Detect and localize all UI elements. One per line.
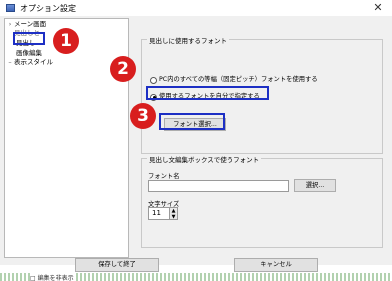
tree-item-label: 表示スタイル (14, 58, 53, 66)
step-badge-3: 3 (130, 103, 156, 129)
tree-item-display-style[interactable]: – 表示スタイル (6, 58, 53, 67)
radio-all-monospace[interactable]: PC内のすべての等幅（固定ピッチ）フォントを使用する (150, 75, 318, 85)
group-title: 見出し文編集ボックスで使うフォント (147, 154, 262, 164)
options-dialog: オプション設定 ✕ › メーン画面 見出しと 見出し 画像編集 – 表示スタイル 見… (0, 0, 392, 281)
title-bar: オプション設定 ✕ (0, 0, 392, 16)
highlight-box-heading-item (13, 32, 45, 45)
close-icon[interactable]: ✕ (371, 1, 385, 15)
spin-arrows-icon[interactable]: ▲ ▼ (169, 208, 177, 220)
radio-button[interactable] (150, 76, 157, 84)
group-title: 見出しに使用するフォント (147, 35, 229, 45)
editbox-font-group: 見出し文編集ボックスで使うフォント フォント名 選択... 文字サイズ 11 ▲… (141, 154, 383, 248)
background-window-text: □ 編集を非表示 (30, 273, 74, 281)
font-size-spinner[interactable]: 11 ▲ ▼ (148, 207, 178, 220)
dialog-body: › メーン画面 見出しと 見出し 画像編集 – 表示スタイル 見出しに使用するフォン… (0, 16, 392, 272)
radio-label: PC内のすべての等幅（固定ピッチ）フォントを使用する (159, 76, 318, 83)
font-name-field[interactable] (148, 180, 289, 192)
tree-item-label: 画像編集 (16, 49, 42, 57)
tree-item-image-edit[interactable]: 画像編集 (16, 49, 42, 58)
font-name-label: フォント名 (148, 173, 180, 180)
step-badge-2: 2 (110, 56, 136, 82)
font-size-value: 11 (152, 209, 161, 217)
app-icon (6, 4, 15, 12)
category-tree: › メーン画面 見出しと 見出し 画像編集 – 表示スタイル (4, 18, 129, 258)
highlight-box-font-select (159, 113, 225, 130)
save-and-exit-button[interactable]: 保存して終了 (75, 258, 159, 272)
step-badge-1: 1 (53, 28, 79, 54)
highlight-box-specify-font (146, 86, 269, 100)
browse-font-button[interactable]: 選択... (294, 179, 336, 192)
tree-branch-icon: – (8, 58, 12, 66)
window-title: オプション設定 (20, 4, 76, 13)
tree-item-main-screen[interactable]: › メーン画面 (6, 20, 47, 29)
tree-item-label: メーン画面 (14, 20, 47, 28)
chevron-right-icon: › (8, 20, 12, 28)
cancel-button[interactable]: キャンセル (234, 258, 318, 272)
